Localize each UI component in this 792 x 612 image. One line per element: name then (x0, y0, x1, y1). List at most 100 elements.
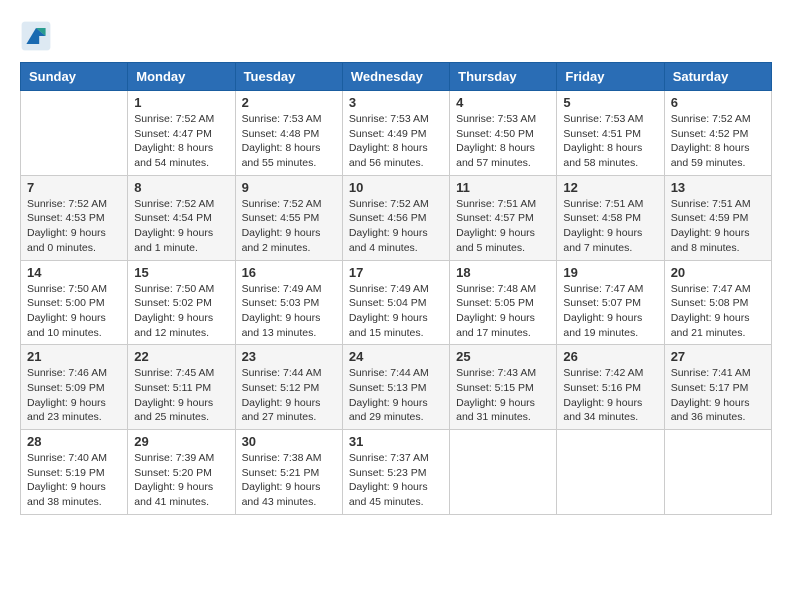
day-info: Sunrise: 7:53 AM Sunset: 4:48 PM Dayligh… (242, 112, 336, 171)
week-row: 21 Sunrise: 7:46 AM Sunset: 5:09 PM Dayli… (21, 345, 772, 430)
day-number: 16 (242, 265, 336, 280)
logo (20, 20, 56, 52)
week-row: 1 Sunrise: 7:52 AM Sunset: 4:47 PM Daylig… (21, 91, 772, 176)
day-info: Sunrise: 7:41 AM Sunset: 5:17 PM Dayligh… (671, 366, 765, 425)
calendar-cell: 25Sunrise: 7:43 AM Sunset: 5:15 PM Dayli… (450, 345, 557, 430)
calendar-cell: 8 Sunrise: 7:52 AM Sunset: 4:54 PM Daylig… (128, 175, 235, 260)
day-info: Sunrise: 7:42 AM Sunset: 5:16 PM Dayligh… (563, 366, 657, 425)
day-number: 17 (349, 265, 443, 280)
calendar-cell: 29 Sunrise: 7:39 AM Sunset: 5:20 PM Dayli… (128, 430, 235, 515)
day-number: 30 (242, 434, 336, 449)
day-number: 21 (27, 349, 121, 364)
day-info: Sunrise: 7:52 AM Sunset: 4:54 PM Dayligh… (134, 197, 228, 256)
day-number: 15 (134, 265, 228, 280)
day-info: Sunrise: 7:45 AM Sunset: 5:11 PM Dayligh… (134, 366, 228, 425)
logo-icon (20, 20, 52, 52)
calendar-cell: 1 Sunrise: 7:52 AM Sunset: 4:47 PM Daylig… (128, 91, 235, 176)
day-number: 13 (671, 180, 765, 195)
calendar-table: SundayMondayTuesdayWednesdayThursdayFrid… (20, 62, 772, 515)
calendar-cell: 27 Sunrise: 7:41 AM Sunset: 5:17 PM Dayli… (664, 345, 771, 430)
calendar-cell: 5 Sunrise: 7:53 AM Sunset: 4:51 PM Daylig… (557, 91, 664, 176)
day-number: 5 (563, 95, 657, 110)
calendar-cell: 26 Sunrise: 7:42 AM Sunset: 5:16 PM Dayli… (557, 345, 664, 430)
day-number: 27 (671, 349, 765, 364)
calendar-body: 1 Sunrise: 7:52 AM Sunset: 4:47 PM Daylig… (21, 91, 772, 515)
day-number: 12 (563, 180, 657, 195)
calendar-cell: 19 Sunrise: 7:47 AM Sunset: 5:07 PM Dayli… (557, 260, 664, 345)
day-number: 2 (242, 95, 336, 110)
day-info: Sunrise: 7:51 AM Sunset: 4:58 PM Dayligh… (563, 197, 657, 256)
day-info: Sunrise: 7:37 AM Sunset: 5:23 PM Dayligh… (349, 451, 443, 510)
day-info: Sunrise: 7:53 AM Sunset: 4:50 PM Dayligh… (456, 112, 550, 171)
calendar-cell (21, 91, 128, 176)
day-number: 1 (134, 95, 228, 110)
day-number: 7 (27, 180, 121, 195)
day-number: 6 (671, 95, 765, 110)
day-info: Sunrise: 7:52 AM Sunset: 4:47 PM Dayligh… (134, 112, 228, 171)
calendar-cell: 30 Sunrise: 7:38 AM Sunset: 5:21 PM Dayli… (235, 430, 342, 515)
day-info: Sunrise: 7:44 AM Sunset: 5:13 PM Dayligh… (349, 366, 443, 425)
day-number: 18 (456, 265, 550, 280)
day-number: 26 (563, 349, 657, 364)
day-info: Sunrise: 7:39 AM Sunset: 5:20 PM Dayligh… (134, 451, 228, 510)
calendar-cell: 4 Sunrise: 7:53 AM Sunset: 4:50 PM Daylig… (450, 91, 557, 176)
calendar-cell: 11Sunrise: 7:51 AM Sunset: 4:57 PM Dayli… (450, 175, 557, 260)
day-number: 29 (134, 434, 228, 449)
week-row: 14 Sunrise: 7:50 AM Sunset: 5:00 PM Dayli… (21, 260, 772, 345)
calendar-cell: 23Sunrise: 7:44 AM Sunset: 5:12 PM Dayli… (235, 345, 342, 430)
day-info: Sunrise: 7:53 AM Sunset: 4:49 PM Dayligh… (349, 112, 443, 171)
week-row: 7Sunrise: 7:52 AM Sunset: 4:53 PM Daylig… (21, 175, 772, 260)
calendar-cell: 10 Sunrise: 7:52 AM Sunset: 4:56 PM Dayli… (342, 175, 449, 260)
calendar-cell: 22 Sunrise: 7:45 AM Sunset: 5:11 PM Dayli… (128, 345, 235, 430)
calendar-cell: 24 Sunrise: 7:44 AM Sunset: 5:13 PM Dayli… (342, 345, 449, 430)
day-number: 19 (563, 265, 657, 280)
calendar-cell (664, 430, 771, 515)
calendar-cell: 13 Sunrise: 7:51 AM Sunset: 4:59 PM Dayli… (664, 175, 771, 260)
day-info: Sunrise: 7:40 AM Sunset: 5:19 PM Dayligh… (27, 451, 121, 510)
header-day-monday: Monday (128, 63, 235, 91)
calendar-cell: 20Sunrise: 7:47 AM Sunset: 5:08 PM Dayli… (664, 260, 771, 345)
header-day-wednesday: Wednesday (342, 63, 449, 91)
day-number: 9 (242, 180, 336, 195)
calendar-cell: 18Sunrise: 7:48 AM Sunset: 5:05 PM Dayli… (450, 260, 557, 345)
day-info: Sunrise: 7:53 AM Sunset: 4:51 PM Dayligh… (563, 112, 657, 171)
calendar-cell (450, 430, 557, 515)
calendar-cell: 17 Sunrise: 7:49 AM Sunset: 5:04 PM Dayli… (342, 260, 449, 345)
header-day-sunday: Sunday (21, 63, 128, 91)
calendar-cell: 7Sunrise: 7:52 AM Sunset: 4:53 PM Daylig… (21, 175, 128, 260)
calendar-header: SundayMondayTuesdayWednesdayThursdayFrid… (21, 63, 772, 91)
day-number: 31 (349, 434, 443, 449)
day-info: Sunrise: 7:50 AM Sunset: 5:02 PM Dayligh… (134, 282, 228, 341)
day-info: Sunrise: 7:52 AM Sunset: 4:55 PM Dayligh… (242, 197, 336, 256)
calendar-cell: 2 Sunrise: 7:53 AM Sunset: 4:48 PM Daylig… (235, 91, 342, 176)
week-row: 28 Sunrise: 7:40 AM Sunset: 5:19 PM Dayli… (21, 430, 772, 515)
calendar-cell: 6Sunrise: 7:52 AM Sunset: 4:52 PM Daylig… (664, 91, 771, 176)
day-info: Sunrise: 7:50 AM Sunset: 5:00 PM Dayligh… (27, 282, 121, 341)
calendar-cell: 12 Sunrise: 7:51 AM Sunset: 4:58 PM Dayli… (557, 175, 664, 260)
calendar-cell: 3 Sunrise: 7:53 AM Sunset: 4:49 PM Daylig… (342, 91, 449, 176)
day-number: 3 (349, 95, 443, 110)
day-info: Sunrise: 7:51 AM Sunset: 4:59 PM Dayligh… (671, 197, 765, 256)
day-number: 20 (671, 265, 765, 280)
calendar-cell (557, 430, 664, 515)
day-number: 4 (456, 95, 550, 110)
day-number: 22 (134, 349, 228, 364)
day-info: Sunrise: 7:38 AM Sunset: 5:21 PM Dayligh… (242, 451, 336, 510)
calendar-cell: 16 Sunrise: 7:49 AM Sunset: 5:03 PM Dayli… (235, 260, 342, 345)
day-info: Sunrise: 7:49 AM Sunset: 5:03 PM Dayligh… (242, 282, 336, 341)
header-row: SundayMondayTuesdayWednesdayThursdayFrid… (21, 63, 772, 91)
day-number: 28 (27, 434, 121, 449)
page-header (20, 20, 772, 52)
day-info: Sunrise: 7:51 AM Sunset: 4:57 PM Dayligh… (456, 197, 550, 256)
header-day-saturday: Saturday (664, 63, 771, 91)
calendar-cell: 31 Sunrise: 7:37 AM Sunset: 5:23 PM Dayli… (342, 430, 449, 515)
day-info: Sunrise: 7:46 AM Sunset: 5:09 PM Dayligh… (27, 366, 121, 425)
day-number: 8 (134, 180, 228, 195)
calendar-cell: 28 Sunrise: 7:40 AM Sunset: 5:19 PM Dayli… (21, 430, 128, 515)
day-number: 14 (27, 265, 121, 280)
day-info: Sunrise: 7:47 AM Sunset: 5:07 PM Dayligh… (563, 282, 657, 341)
day-info: Sunrise: 7:49 AM Sunset: 5:04 PM Dayligh… (349, 282, 443, 341)
day-number: 10 (349, 180, 443, 195)
day-number: 24 (349, 349, 443, 364)
day-info: Sunrise: 7:52 AM Sunset: 4:56 PM Dayligh… (349, 197, 443, 256)
